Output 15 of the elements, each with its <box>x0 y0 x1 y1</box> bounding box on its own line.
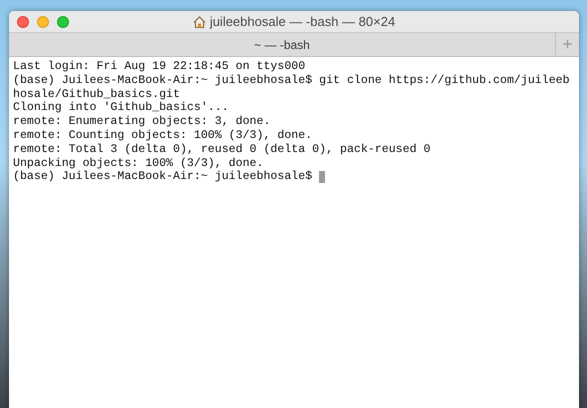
terminal-line: (base) Juilees-MacBook-Air:~ juileebhosale$ <box>13 170 312 184</box>
terminal-line: remote: Counting objects: 100% (3/3), done. <box>13 128 312 143</box>
terminal-line: Cloning into 'Github_basics'... <box>13 101 229 116</box>
zoom-button[interactable] <box>57 16 69 28</box>
home-icon <box>192 16 206 28</box>
minimize-button[interactable] <box>37 16 49 28</box>
terminal-line: remote: Enumerating objects: 3, done. <box>13 115 270 129</box>
text-cursor <box>319 171 326 184</box>
terminal-line: Last login: Fri Aug 19 22:18:45 on ttys000 <box>13 60 306 74</box>
terminal-line: (base) Juilees-MacBook-Air:~ juileebhosale$ git clone https://github.com/juileeb <box>13 74 570 88</box>
close-button[interactable] <box>17 16 29 28</box>
window-title: juileebhosale — -bash — 80×24 <box>210 12 396 31</box>
terminal-line: remote: Total 3 (delta 0), reused 0 (delta 0), pack-reused 0 <box>13 142 430 157</box>
terminal-line: hosale/Github_basics.git <box>13 88 180 102</box>
terminal-line: Unpacking objects: 100% (3/3), done. <box>13 156 264 170</box>
